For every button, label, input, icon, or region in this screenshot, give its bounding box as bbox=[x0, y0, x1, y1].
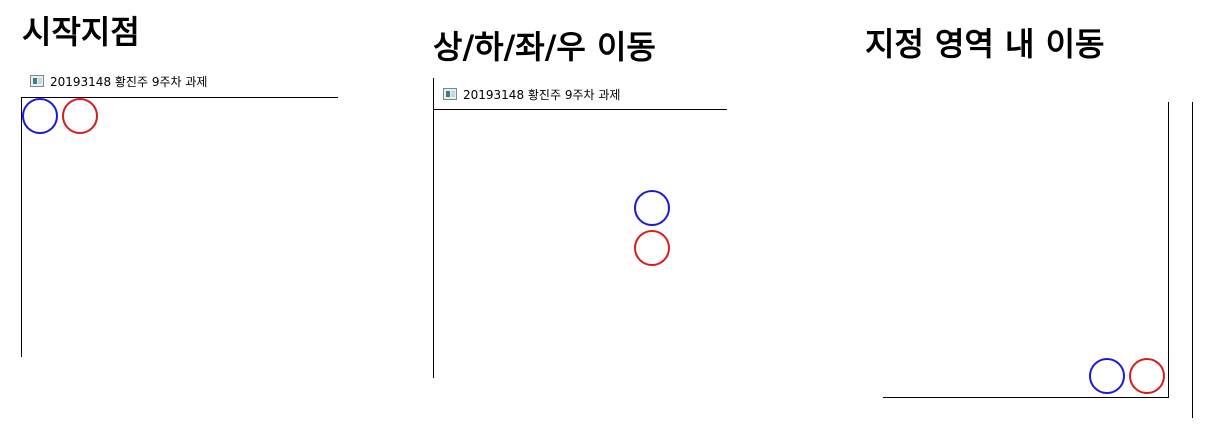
panel-3-window-edge bbox=[1192, 102, 1193, 418]
red-circle bbox=[62, 98, 98, 134]
panel-2-heading: 상/하/좌/우 이동 bbox=[433, 28, 656, 66]
panel-3-heading: 지정 영역 내 이동 bbox=[865, 25, 1105, 63]
panel-1-window-titlebar[interactable]: 20193148 황진주 9주차 과제 bbox=[30, 73, 207, 89]
panel-3-right-border bbox=[1168, 102, 1169, 398]
panel-1-top-border bbox=[21, 97, 338, 98]
panel-2-top-border bbox=[433, 109, 727, 110]
panel-1-left-border bbox=[21, 97, 22, 357]
blue-circle bbox=[22, 98, 58, 134]
app-window-icon bbox=[30, 75, 44, 87]
blue-circle bbox=[634, 190, 670, 226]
panel-1-window-title: 20193148 황진주 9주차 과제 bbox=[50, 74, 208, 89]
panel-1-heading: 시작지점 bbox=[22, 13, 140, 51]
panel-2-left-window-edge bbox=[433, 78, 434, 378]
app-window-icon bbox=[443, 88, 457, 100]
panel-2-window-title: 20193148 황진주 9주차 과제 bbox=[463, 87, 621, 102]
panel-3-bottom-border bbox=[883, 397, 1169, 398]
panel-2-window-titlebar[interactable]: 20193148 황진주 9주차 과제 bbox=[443, 86, 620, 102]
blue-circle bbox=[1089, 358, 1125, 394]
red-circle bbox=[1129, 358, 1165, 394]
red-circle bbox=[634, 230, 670, 266]
